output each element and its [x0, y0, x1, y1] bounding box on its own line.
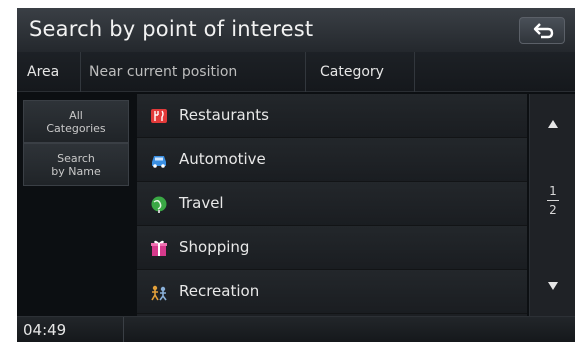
car-icon: [152, 156, 166, 168]
list-item-label: Shopping: [179, 238, 250, 256]
clock: 04:49: [23, 321, 67, 339]
list-item-restaurants[interactable]: Restaurants: [137, 94, 527, 138]
list-item-label: Automotive: [179, 150, 266, 168]
search-by-name-label-line2: by Name: [51, 164, 101, 178]
down-triangle-icon: [548, 282, 558, 290]
list-item-label: Restaurants: [179, 106, 269, 124]
list-item-recreation[interactable]: Recreation: [137, 270, 527, 314]
list-item-label: Recreation: [179, 282, 260, 300]
back-button[interactable]: [519, 17, 565, 44]
scroll-up-button[interactable]: [530, 94, 575, 154]
list-item-travel[interactable]: Travel: [137, 182, 527, 226]
scroll-bar: 1 2: [529, 94, 575, 316]
all-categories-label-line1: All: [69, 108, 83, 122]
tab-category[interactable]: Category: [305, 52, 415, 92]
status-bar: 04:49: [17, 316, 575, 342]
all-categories-button[interactable]: All Categories: [23, 100, 129, 143]
category-list: Restaurants Automotive Travel Shopping R…: [137, 94, 527, 316]
list-item-label: Travel: [179, 194, 224, 212]
tab-near-current-position[interactable]: Near current position: [83, 52, 305, 92]
back-arrow-icon: [533, 23, 554, 39]
globe-icon: [151, 196, 167, 213]
restaurant-icon: [151, 109, 167, 123]
page-total: 2: [549, 203, 557, 217]
status-divider: [123, 317, 124, 342]
search-by-name-label-line1: Search: [57, 151, 95, 165]
navigation-screen: Search by point of interest Area Near cu…: [17, 8, 575, 342]
recreation-icon: [151, 285, 167, 301]
page-title: Search by point of interest: [29, 17, 314, 41]
tab-area[interactable]: Area: [23, 52, 81, 92]
side-menu: All Categories Search by Name: [23, 100, 129, 186]
page-current: 1: [549, 184, 557, 198]
page-divider: [547, 200, 559, 201]
tab-bar: Area Near current position Category: [17, 52, 575, 92]
list-item-automotive[interactable]: Automotive: [137, 138, 527, 182]
scroll-down-button[interactable]: [530, 256, 575, 316]
all-categories-label-line2: Categories: [46, 121, 106, 135]
search-by-name-button[interactable]: Search by Name: [23, 143, 129, 186]
gift-icon: [151, 240, 167, 256]
up-triangle-icon: [548, 120, 558, 128]
title-bar: Search by point of interest: [17, 8, 575, 52]
page-indicator: 1 2: [530, 184, 575, 217]
list-item-shopping[interactable]: Shopping: [137, 226, 527, 270]
